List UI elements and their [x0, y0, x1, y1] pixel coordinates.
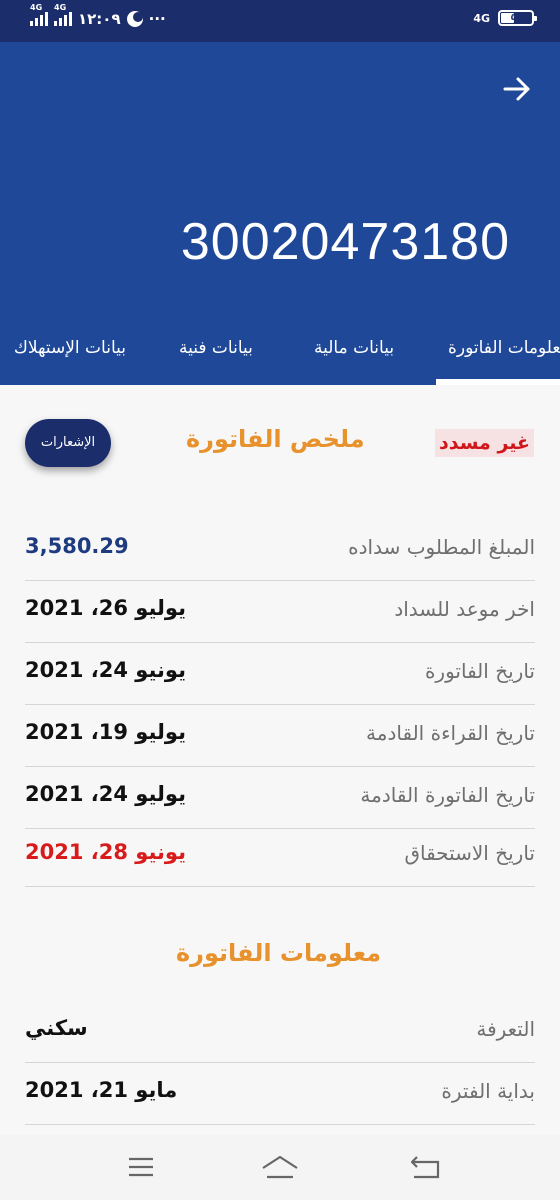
status-right: 4G ٥٧	[473, 10, 537, 26]
info-row: بداية الفترة مايو 21، 2021	[25, 1063, 535, 1125]
amount-due-value: 3,580.29	[25, 534, 129, 558]
bill-content: الإشعارات ملخص الفاتورة غير مسدد المبلغ …	[0, 385, 560, 1135]
summary-title: ملخص الفاتورة	[186, 425, 365, 453]
back-arrow-button[interactable]	[502, 74, 532, 104]
battery-icon: ٥٧	[498, 10, 537, 26]
summary-row: تاريخ القراءة القادمة يوليو 19، 2021	[25, 705, 535, 767]
network-type-icon: 4G	[473, 11, 490, 25]
tab-bill-info[interactable]: معلومات الفاتورة	[436, 338, 560, 385]
payment-status-badge: غير مسدد	[435, 429, 534, 457]
bill-info-title: معلومات الفاتورة	[176, 939, 382, 967]
signal-icon: 4G	[30, 3, 48, 26]
row-value: يوليو 26، 2021	[25, 596, 186, 620]
tab-bar: معلومات الفاتورة بيانات مالية بيانات فني…	[0, 322, 560, 385]
dnd-moon-icon	[126, 11, 143, 27]
row-label: المبلغ المطلوب سداده	[348, 535, 535, 559]
row-value: يونيو 24، 2021	[25, 658, 186, 682]
home-icon[interactable]	[261, 1155, 299, 1181]
row-label: اخر موعد للسداد	[394, 597, 535, 621]
notifications-button[interactable]: الإشعارات	[25, 419, 111, 467]
bill-header: 30020473180 معلومات الفاتورة بيانات مالي…	[0, 42, 560, 385]
battery-level: ٥٧	[510, 13, 522, 23]
system-nav-bar	[0, 1135, 560, 1200]
row-label: تاريخ الفاتورة	[424, 659, 535, 683]
status-time: ١٢:٠٩	[78, 10, 121, 28]
account-number: 30020473180	[180, 213, 510, 271]
row-value: سكني	[25, 1016, 88, 1040]
row-label: تاريخ الفاتورة القادمة	[360, 783, 535, 807]
summary-row: تاريخ الفاتورة القادمة يوليو 24، 2021	[25, 767, 535, 829]
tab-technical-data[interactable]: بيانات فنية	[179, 338, 253, 358]
due-date-value: يونيو 28، 2021	[25, 840, 186, 864]
status-bar: 4G 4G ١٢:٠٩ ··· 4G ٥٧	[0, 0, 560, 42]
status-left: 4G 4G ١٢:٠٩ ···	[30, 3, 166, 28]
row-label: بداية الفترة	[441, 1079, 535, 1103]
row-value: يوليو 19، 2021	[25, 720, 186, 744]
tab-financial-data[interactable]: بيانات مالية	[314, 338, 394, 358]
row-label: التعرفة	[476, 1017, 535, 1041]
summary-row: المبلغ المطلوب سداده 3,580.29	[25, 519, 535, 581]
back-nav-icon[interactable]	[410, 1155, 442, 1181]
arrow-right-icon	[503, 77, 530, 101]
row-label: تاريخ القراءة القادمة	[366, 721, 535, 745]
row-label: تاريخ الاستحقاق	[404, 841, 535, 865]
more-notifications-icon: ···	[148, 10, 166, 28]
summary-row: تاريخ الاستحقاق يونيو 28، 2021	[25, 825, 535, 887]
row-value: يوليو 24، 2021	[25, 782, 186, 806]
tab-consumption-data[interactable]: بيانات الإستهلاك	[14, 338, 126, 358]
signal-icon: 4G	[54, 3, 72, 26]
summary-row: اخر موعد للسداد يوليو 26، 2021	[25, 581, 535, 643]
info-row: التعرفة سكني	[25, 1001, 535, 1063]
row-value: مايو 21، 2021	[25, 1078, 178, 1102]
menu-icon[interactable]	[126, 1155, 156, 1179]
summary-row: تاريخ الفاتورة يونيو 24، 2021	[25, 643, 535, 705]
